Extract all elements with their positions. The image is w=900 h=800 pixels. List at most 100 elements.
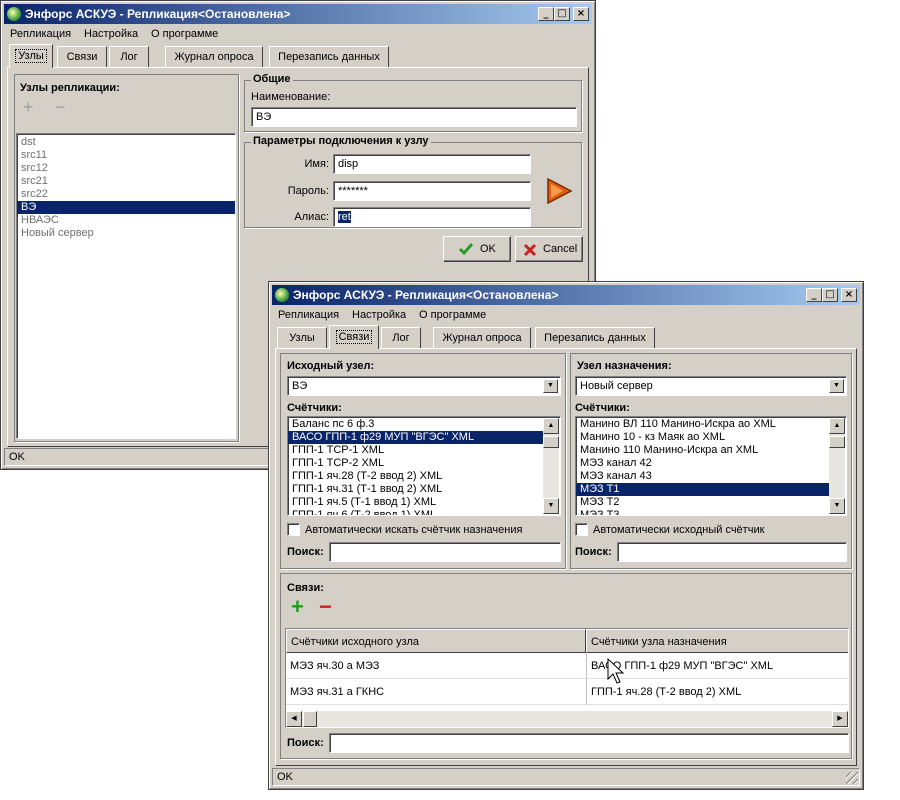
target-meters-label: Счётчики: <box>575 402 630 414</box>
node-list-item[interactable]: ВЭ <box>17 201 235 214</box>
source-panel: Исходный узел: ВЭ ▼ Счётчики: Баланс пс … <box>280 353 566 569</box>
source-meter-item[interactable]: ГПП-1 яч.5 (Т-1 ввод 1) XML <box>288 496 544 509</box>
chevron-down-icon[interactable]: ▼ <box>543 379 558 393</box>
node-list-item[interactable]: src12 <box>17 162 235 175</box>
app-icon <box>7 7 21 21</box>
node-list-item[interactable]: dst <box>17 136 235 149</box>
target-meter-item[interactable]: МЭЗ канал 43 <box>576 470 830 483</box>
horizontal-scrollbar[interactable]: ◀ ▶ <box>286 711 848 727</box>
source-meter-item[interactable]: ГПП-1 яч.28 (Т-2 ввод 2) XML <box>288 470 544 483</box>
scroll-down-icon[interactable]: ▼ <box>829 498 845 514</box>
target-meter-item[interactable]: Манино 10 - кз Маяк ао XML <box>576 431 830 444</box>
column-header-target[interactable]: Счётчики узла назначения <box>586 629 848 653</box>
user-input[interactable]: disp <box>333 154 531 174</box>
nodes-list[interactable]: dst src11 src12 src21 src22 ВЭ НВАЭС Новый серв… <box>16 133 236 439</box>
node-list-item[interactable]: src11 <box>17 149 235 162</box>
source-meter-item[interactable]: ГПП-1 ТСР-2 XML <box>288 457 544 470</box>
scroll-up-icon[interactable]: ▲ <box>543 418 559 434</box>
title-bar[interactable]: Энфорс АСКУЭ - Репликация<Остановлена> _… <box>272 285 860 305</box>
chevron-down-icon[interactable]: ▼ <box>829 379 844 393</box>
target-meter-item[interactable]: МЭЗ Т2 <box>576 496 830 509</box>
connection-title: Параметры подключения к узлу <box>251 135 431 147</box>
nodes-title: Узлы репликации: <box>20 82 120 94</box>
node-list-item[interactable]: src22 <box>17 188 235 201</box>
source-meters-list[interactable]: Баланс пс 6 ф.3 ВАСО ГПП-1 ф29 МУП "ВГЭС"… <box>287 416 561 516</box>
target-meters-list[interactable]: Манино ВЛ 110 Манино-Искра ао XML Манино … <box>575 416 847 516</box>
column-header-source[interactable]: Счётчики исходного узла <box>286 629 586 653</box>
target-search-input[interactable] <box>617 542 847 562</box>
menu-settings[interactable]: Настройка <box>84 28 138 40</box>
tab-links[interactable]: Связи <box>57 46 107 67</box>
links-search-label: Поиск: <box>287 737 324 749</box>
name-input[interactable]: ВЭ <box>251 107 577 127</box>
menu-replication[interactable]: Репликация <box>278 309 339 321</box>
menu-settings[interactable]: Настройка <box>352 309 406 321</box>
scroll-thumb[interactable] <box>543 436 559 448</box>
tab-nodes[interactable]: Узлы <box>9 44 53 68</box>
maximize-button[interactable]: □ <box>822 288 838 302</box>
table-cell[interactable]: МЭЗ яч.31 а ГКНС <box>286 679 586 705</box>
source-meter-item[interactable]: ВАСО ГПП-1 ф29 МУП "ВГЭС" XML <box>288 431 544 444</box>
target-auto-label: Автоматически исходный счётчик <box>593 524 765 536</box>
remove-node-icon[interactable]: − <box>55 97 66 118</box>
resize-grip[interactable] <box>846 772 858 784</box>
tab-data-overwrite[interactable]: Перезапись данных <box>269 46 389 67</box>
target-meter-item[interactable]: МЭЗ Т1 <box>576 483 830 496</box>
node-list-item[interactable]: НВАЭС <box>17 214 235 227</box>
add-link-icon[interactable]: + <box>291 596 304 618</box>
scrollbar[interactable]: ▲ ▼ <box>543 418 559 514</box>
tab-poll-journal[interactable]: Журнал опроса <box>433 327 531 348</box>
target-auto-checkbox[interactable] <box>575 523 588 536</box>
source-node-combo[interactable]: ВЭ ▼ <box>287 376 561 396</box>
alias-input[interactable]: ret <box>333 207 531 227</box>
links-search-input[interactable] <box>329 733 849 753</box>
links-table[interactable]: Счётчики исходного узла Счётчики узла на… <box>285 628 849 728</box>
add-node-icon[interactable]: + <box>23 97 34 118</box>
nodes-panel: Узлы репликации: + − dst src11 src12 src21 s… <box>14 74 239 442</box>
source-auto-checkbox[interactable] <box>287 523 300 536</box>
mouse-cursor-icon <box>607 658 625 684</box>
cancel-button[interactable]: Cancel <box>515 236 583 262</box>
minimize-button[interactable]: _ <box>806 288 822 302</box>
tab-poll-journal[interactable]: Журнал опроса <box>165 46 263 67</box>
remove-link-icon[interactable]: − <box>319 596 332 618</box>
close-button[interactable]: × <box>841 288 857 302</box>
target-meter-item[interactable]: Манино 110 Манино-Искра ап XML <box>576 444 830 457</box>
menu-replication[interactable]: Репликация <box>10 28 71 40</box>
status-text: OK <box>277 771 293 783</box>
maximize-button[interactable]: □ <box>554 7 570 21</box>
menu-about[interactable]: О программе <box>419 309 486 321</box>
source-meter-item[interactable]: ГПП-1 ТСР-1 XML <box>288 444 544 457</box>
check-icon <box>458 243 474 256</box>
tab-log[interactable]: Лог <box>109 46 149 67</box>
scroll-right-icon[interactable]: ▶ <box>832 711 848 727</box>
source-meter-item[interactable]: ГПП-1 яч.31 (Т-1 ввод 2) XML <box>288 483 544 496</box>
scroll-up-icon[interactable]: ▲ <box>829 418 845 434</box>
source-meter-item[interactable]: Баланс пс 6 ф.3 <box>288 418 544 431</box>
scroll-left-icon[interactable]: ◀ <box>286 711 302 727</box>
target-node-combo[interactable]: Новый сервер ▼ <box>575 376 847 396</box>
connect-play-icon[interactable] <box>545 177 573 208</box>
tab-data-overwrite[interactable]: Перезапись данных <box>535 327 655 348</box>
target-meter-item[interactable]: МЭЗ канал 42 <box>576 457 830 470</box>
title-bar[interactable]: Энфорс АСКУЭ - Репликация<Остановлена> _… <box>4 4 592 24</box>
ok-button[interactable]: OK <box>443 236 511 262</box>
source-meter-item[interactable]: ГПП-1 яч.6 (Т-2 ввод 1) XML <box>288 509 544 515</box>
scroll-down-icon[interactable]: ▼ <box>543 498 559 514</box>
node-list-item[interactable]: src21 <box>17 175 235 188</box>
node-list-item[interactable]: Новый сервер <box>17 227 235 240</box>
menu-about[interactable]: О программе <box>151 28 218 40</box>
password-input[interactable]: ******* <box>333 181 531 201</box>
target-meter-item[interactable]: МЭЗ Т3 <box>576 509 830 515</box>
scroll-thumb[interactable] <box>303 711 317 727</box>
target-meter-item[interactable]: Манино ВЛ 110 Манино-Искра ао XML <box>576 418 830 431</box>
scroll-thumb[interactable] <box>829 436 845 448</box>
tab-links[interactable]: Связи <box>329 325 379 349</box>
table-cell[interactable]: МЭЗ яч.30 а МЭЗ <box>286 653 586 679</box>
tab-nodes[interactable]: Узлы <box>277 327 327 348</box>
source-search-input[interactable] <box>329 542 561 562</box>
close-button[interactable]: × <box>573 7 589 21</box>
minimize-button[interactable]: _ <box>538 7 554 21</box>
tab-log[interactable]: Лог <box>381 327 421 348</box>
scrollbar[interactable]: ▲ ▼ <box>829 418 845 514</box>
